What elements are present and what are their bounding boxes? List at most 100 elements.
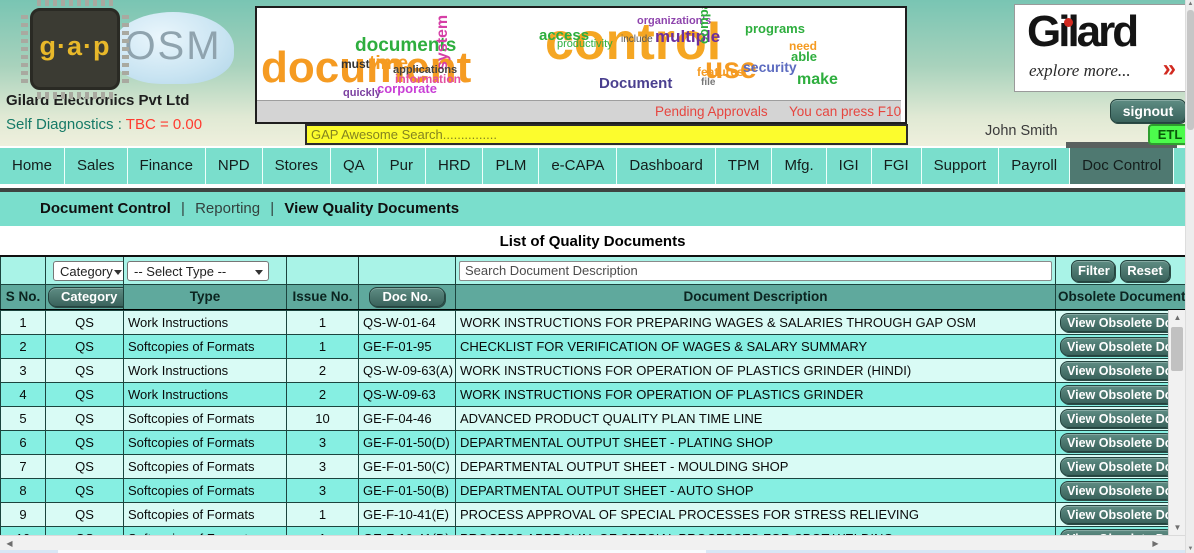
nav-item-plm[interactable]: PLM <box>483 148 539 184</box>
nav-item-doc-control[interactable]: Doc Control <box>1070 148 1174 184</box>
documents-table-body: 1QSWork Instructions1QS-W-01-64WORK INST… <box>1 311 1169 536</box>
breadcrumb-section[interactable]: Reporting <box>195 200 260 217</box>
scroll-up-arrow-icon[interactable]: ▲ <box>1169 310 1186 325</box>
table-row: 8QSSoftcopies of Formats3GE-F-01-50(B)DE… <box>1 479 1169 503</box>
filter-cell-empty <box>1 256 46 285</box>
type-select[interactable]: -- Select Type -- <box>127 261 269 281</box>
cell-description: DEPARTMENTAL OUTPUT SHEET - MOULDING SHO… <box>456 455 1056 479</box>
nav-item-dashboard[interactable]: Dashboard <box>617 148 715 184</box>
cell-category: QS <box>46 335 124 359</box>
cell-category: QS <box>46 503 124 527</box>
brand-tagline: explore more... <box>1029 61 1131 81</box>
cell-doc-no: GE-F-01-50(C) <box>359 455 456 479</box>
filter-button[interactable]: Filter <box>1071 260 1115 282</box>
cell-type: Work Instructions <box>124 311 287 335</box>
osm-logo-text: OSM <box>112 24 234 69</box>
cell-type: Softcopies of Formats <box>124 503 287 527</box>
scroll-up-arrow-icon[interactable]: ▲ <box>1186 1 1194 7</box>
pending-approvals-ticker: Pending Approvals You can press F10 key … <box>257 100 901 122</box>
scroll-left-arrow-icon[interactable]: ◀ <box>2 536 17 551</box>
wordcloud-word: Document <box>599 76 672 91</box>
browser-scroll-thumb[interactable] <box>1187 10 1194 130</box>
scroll-down-arrow-icon[interactable]: ▼ <box>1169 520 1186 535</box>
main-nav: HomeSalesFinanceNPDStoresQAPurHRDPLMe-CA… <box>0 146 1194 184</box>
cell-description: DEPARTMENTAL OUTPUT SHEET - PLATING SHOP <box>456 431 1056 455</box>
nav-item-payroll[interactable]: Payroll <box>999 148 1070 184</box>
view-obsolete-doc-button[interactable]: View Obsolete Doc <box>1060 361 1169 380</box>
breadcrumb-module[interactable]: Document Control <box>40 200 171 217</box>
gap-logo-text: g·a·p <box>33 31 117 62</box>
scroll-down-arrow-icon[interactable]: ▼ <box>1186 546 1194 552</box>
cell-doc-no: GE-F-10-41(E) <box>359 503 456 527</box>
nav-item-e-capa[interactable]: e-CAPA <box>539 148 617 184</box>
nav-item-support[interactable]: Support <box>922 148 1000 184</box>
nav-item-stores[interactable]: Stores <box>263 148 331 184</box>
view-obsolete-doc-button[interactable]: View Obsolete Doc <box>1060 337 1169 356</box>
cell-issue-no: 1 <box>287 335 359 359</box>
nav-item-mfg[interactable]: Mfg. <box>772 148 826 184</box>
cell-obsolete-action: View Obsolete Doc <box>1056 383 1169 407</box>
column-obsolete: Obsolete Document <box>1056 285 1186 310</box>
nav-item-igi[interactable]: IGI <box>827 148 872 184</box>
view-obsolete-doc-button[interactable]: View Obsolete Doc <box>1060 457 1169 476</box>
cell-category: QS <box>46 359 124 383</box>
scroll-right-arrow-icon[interactable]: ▶ <box>1148 536 1163 551</box>
filter-cell-category: Category <box>46 256 124 285</box>
filter-cell-search <box>456 256 1056 285</box>
table-vertical-scrollbar[interactable]: ▲ ▼ <box>1168 310 1185 535</box>
cell-issue-no: 3 <box>287 455 359 479</box>
nav-item-fgi[interactable]: FGI <box>872 148 922 184</box>
nav-item-tpm[interactable]: TPM <box>716 148 773 184</box>
table-row: 5QSSoftcopies of Formats10GE-F-04-46ADVA… <box>1 407 1169 431</box>
category-select[interactable]: Category <box>53 261 124 281</box>
view-obsolete-doc-button[interactable]: View Obsolete Doc <box>1060 433 1169 452</box>
cell-description: PROCESS APPROVAL OF SPECIAL PROCESSES FO… <box>456 503 1056 527</box>
cell-description: WORK INSTRUCTIONS FOR OPERATION OF PLAST… <box>456 383 1056 407</box>
chevron-right-icon: » <box>1163 55 1176 83</box>
cell-issue-no: 3 <box>287 479 359 503</box>
cell-issue-no: 1 <box>287 311 359 335</box>
chevron-down-icon <box>255 270 263 275</box>
table-horizontal-scrollbar[interactable]: ◀ ▶ <box>0 535 1185 550</box>
view-obsolete-doc-button[interactable]: View Obsolete Doc <box>1060 409 1169 428</box>
view-obsolete-doc-button[interactable]: View Obsolete Doc <box>1060 385 1169 404</box>
nav-item-hrd[interactable]: HRD <box>426 148 484 184</box>
nav-item-pur[interactable]: Pur <box>378 148 426 184</box>
cell-doc-no: GE-F-01-95 <box>359 335 456 359</box>
table-row: 3QSWork Instructions2QS-W-09-63(A)WORK I… <box>1 359 1169 383</box>
cell-doc-no: GE-F-04-46 <box>359 407 456 431</box>
signout-button[interactable]: signout <box>1110 99 1186 123</box>
browser-vertical-scrollbar[interactable]: ▲ ▼ <box>1185 0 1194 553</box>
wordcloud-word: file <box>701 78 715 88</box>
documents-table: 1QSWork Instructions1QS-W-01-64WORK INST… <box>0 310 1169 535</box>
nav-item-npd[interactable]: NPD <box>206 148 263 184</box>
nav-item-sales[interactable]: Sales <box>65 148 128 184</box>
category-sort-button[interactable]: Category <box>48 287 124 307</box>
filter-row: Category -- Select Type -- FilterReset <box>0 255 1186 286</box>
diagnostics-label: Self Diagnostics : <box>6 116 122 133</box>
gap-awesome-search-input[interactable] <box>305 124 908 145</box>
nav-item-home[interactable]: Home <box>0 148 65 184</box>
cell-s-no: 2 <box>1 335 46 359</box>
reset-button[interactable]: Reset <box>1120 260 1170 282</box>
wordcloud-word: include <box>621 35 653 45</box>
nav-item-qa[interactable]: QA <box>331 148 378 184</box>
cell-obsolete-action: View Obsolete Doc <box>1056 359 1169 383</box>
cell-type: Softcopies of Formats <box>124 527 287 536</box>
doc-no-sort-button[interactable]: Doc No. <box>369 287 444 307</box>
description-search-input[interactable] <box>459 261 1052 281</box>
view-obsolete-doc-button[interactable]: View Obsolete Doc <box>1060 505 1169 524</box>
table-row: 10QSSoftcopies of Formats1GE-F-10-41(D)P… <box>1 527 1169 536</box>
filter-cell-empty <box>359 256 456 285</box>
cell-obsolete-action: View Obsolete Doc <box>1056 503 1169 527</box>
vertical-scroll-thumb[interactable] <box>1171 327 1183 371</box>
nav-item-finance[interactable]: Finance <box>128 148 206 184</box>
table-row: 6QSSoftcopies of Formats3GE-F-01-50(D)DE… <box>1 431 1169 455</box>
cell-s-no: 4 <box>1 383 46 407</box>
wordcloud-word: corporate <box>377 82 437 95</box>
gilard-brand-logo: Gilard explore more... » <box>1014 4 1187 92</box>
view-obsolete-doc-button[interactable]: View Obsolete Doc <box>1060 313 1169 332</box>
column-description: Document Description <box>456 285 1056 310</box>
view-obsolete-doc-button[interactable]: View Obsolete Doc <box>1060 481 1169 500</box>
cell-s-no: 1 <box>1 311 46 335</box>
